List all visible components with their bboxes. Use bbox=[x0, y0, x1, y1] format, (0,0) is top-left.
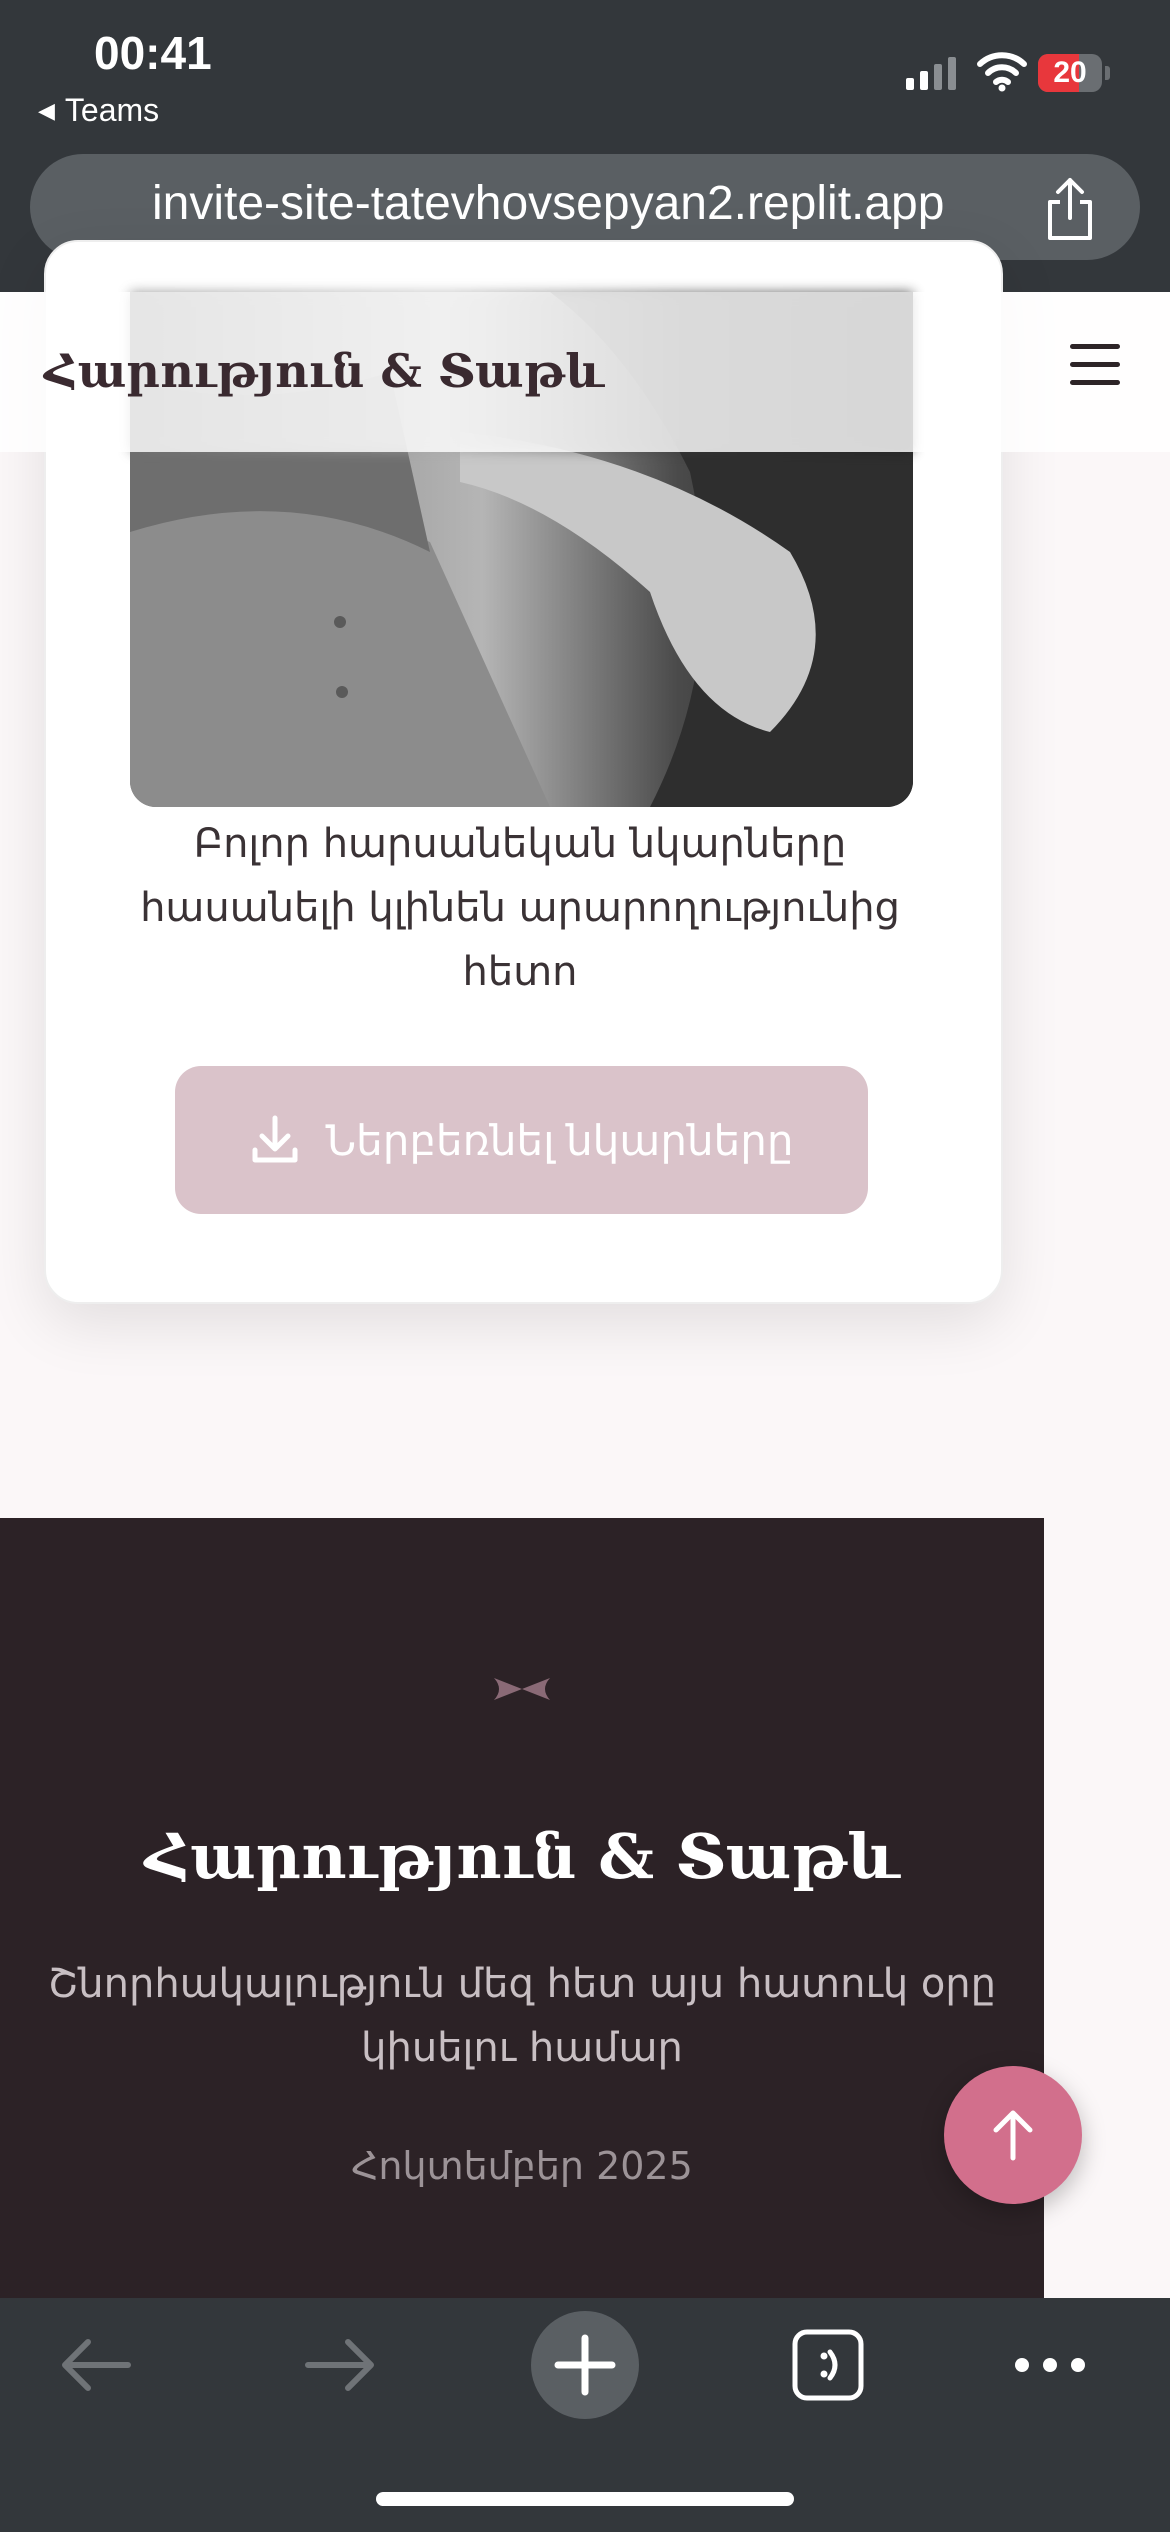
battery-level: 20 bbox=[1053, 56, 1087, 89]
home-indicator bbox=[376, 2492, 794, 2506]
site-header: Հարություն & Տաթև bbox=[0, 292, 1170, 452]
share-icon[interactable] bbox=[1038, 176, 1102, 244]
footer-subtitle: Շնորհակալություն մեզ հետ այս հատուկ օրը … bbox=[48, 1961, 996, 2071]
hamburger-menu-icon[interactable] bbox=[1070, 344, 1120, 390]
arrow-left-icon[interactable] bbox=[58, 2310, 134, 2420]
download-photos-label: Ներբեռնել նկարները bbox=[325, 1116, 794, 1164]
photo-caption: Բոլոր հարսանեկան նկարները հասանելի կլինե… bbox=[140, 821, 900, 995]
arrow-up-icon bbox=[993, 2110, 1033, 2161]
back-to-app-link[interactable]: ◀ Teams bbox=[38, 92, 159, 129]
plus-icon[interactable] bbox=[530, 2310, 640, 2420]
battery-indicator: 20 bbox=[1038, 54, 1110, 94]
download-icon bbox=[252, 1115, 298, 1163]
cellular-signal-icon bbox=[906, 57, 956, 90]
back-app-label: Teams bbox=[64, 92, 160, 128]
status-time: 00:41 bbox=[94, 27, 212, 79]
url-text: invite-site-tatevhovsepyan2.replit.app bbox=[152, 177, 945, 230]
back-triangle-icon: ◀ bbox=[38, 98, 55, 123]
ribbon-divider-icon bbox=[494, 1678, 550, 1700]
tabs-icon[interactable] bbox=[790, 2310, 866, 2420]
footer-title: Հարություն & Տաթև bbox=[144, 1820, 900, 1893]
wifi-icon bbox=[977, 52, 1027, 92]
download-photos-button[interactable]: Ներբեռնել նկարները bbox=[175, 1066, 868, 1214]
site-logo[interactable]: Հարություն & Տաթև bbox=[44, 344, 604, 398]
more-icon[interactable] bbox=[1012, 2310, 1088, 2420]
scroll-to-top-button[interactable] bbox=[944, 2066, 1082, 2204]
footer-date: Հոկտեմբեր 2025 bbox=[351, 2144, 693, 2188]
arrow-right-icon[interactable] bbox=[302, 2310, 378, 2420]
